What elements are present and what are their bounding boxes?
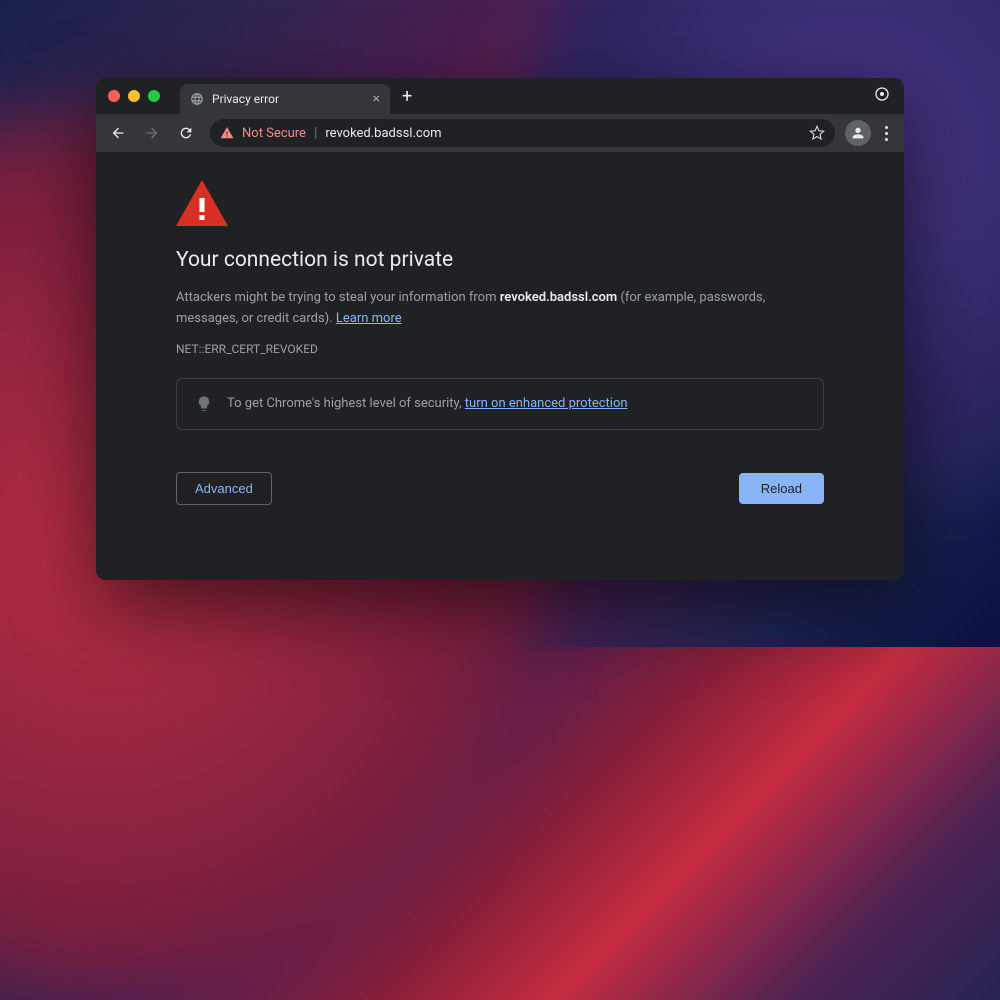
window-close-button[interactable]	[108, 90, 120, 102]
arrow-left-icon	[110, 125, 126, 141]
menu-button[interactable]	[877, 120, 896, 147]
window-minimize-button[interactable]	[128, 90, 140, 102]
enhanced-protection-hint: To get Chrome's highest level of securit…	[176, 378, 824, 430]
page-content: Your connection is not private Attackers…	[96, 152, 904, 580]
url-text: revoked.badssl.com	[325, 126, 801, 141]
warning-paragraph: Attackers might be trying to steal your …	[176, 288, 824, 330]
incognito-icon	[874, 86, 890, 102]
reload-icon	[178, 125, 194, 141]
browser-tab[interactable]: Privacy error ×	[180, 84, 390, 114]
security-status: Not Secure	[242, 126, 306, 141]
toolbar: Not Secure | revoked.badssl.com	[96, 114, 904, 152]
lightbulb-icon	[195, 395, 213, 413]
window-controls	[108, 90, 160, 102]
back-button[interactable]	[104, 119, 132, 147]
para-domain: revoked.badssl.com	[500, 290, 617, 305]
browser-window: Privacy error × + Not Secure | revoked.b…	[96, 78, 904, 580]
person-icon	[850, 125, 866, 141]
window-maximize-button[interactable]	[148, 90, 160, 102]
advanced-button[interactable]: Advanced	[176, 472, 272, 505]
title-bar: Privacy error × +	[96, 78, 904, 114]
dots-icon	[885, 126, 888, 129]
hint-text: To get Chrome's highest level of securit…	[227, 396, 628, 411]
close-tab-icon[interactable]: ×	[373, 92, 380, 106]
para-prefix: Attackers might be trying to steal your …	[176, 290, 500, 305]
reload-button[interactable]	[172, 119, 200, 147]
learn-more-link[interactable]: Learn more	[336, 311, 402, 326]
warning-hero-icon	[176, 180, 824, 230]
new-tab-button[interactable]: +	[402, 86, 412, 107]
address-bar[interactable]: Not Secure | revoked.badssl.com	[210, 119, 835, 147]
arrow-right-icon	[144, 125, 160, 141]
error-code: NET::ERR_CERT_REVOKED	[176, 342, 824, 356]
enhanced-protection-link[interactable]: turn on enhanced protection	[465, 396, 628, 411]
warning-triangle-icon	[220, 126, 234, 140]
bookmark-star-icon[interactable]	[809, 125, 825, 141]
globe-icon	[190, 92, 204, 106]
hint-prefix: To get Chrome's highest level of securit…	[227, 396, 465, 411]
page-heading: Your connection is not private	[176, 248, 824, 272]
button-row: Advanced Reload	[176, 472, 824, 505]
tab-title: Privacy error	[212, 92, 365, 106]
profile-button[interactable]	[845, 120, 871, 146]
url-divider: |	[314, 125, 317, 141]
reload-page-button[interactable]: Reload	[739, 473, 824, 504]
forward-button[interactable]	[138, 119, 166, 147]
